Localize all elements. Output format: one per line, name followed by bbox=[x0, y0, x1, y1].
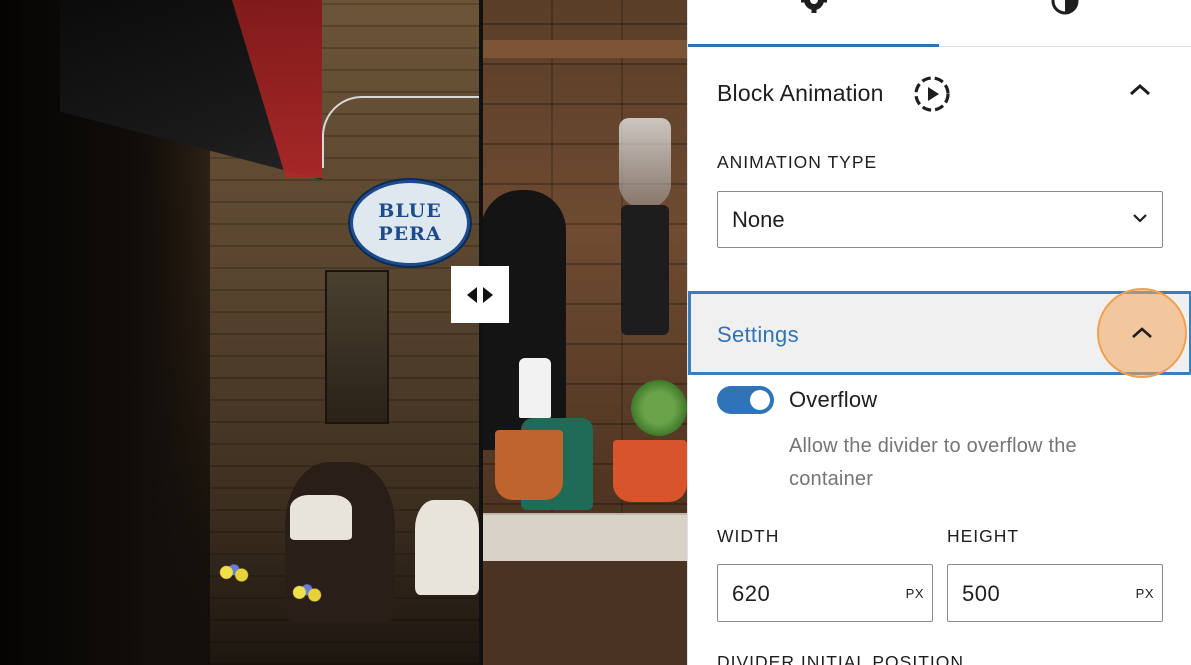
settings-title: Settings bbox=[717, 322, 799, 347]
width-input[interactable]: 620 PX bbox=[717, 564, 933, 622]
chevron-down-icon bbox=[1133, 214, 1147, 223]
divider-handle[interactable] bbox=[451, 266, 509, 323]
block-settings-sidebar: Block Animation ANIMATION TYPE None Sett… bbox=[687, 0, 1191, 665]
chevron-up-icon[interactable] bbox=[1128, 82, 1152, 98]
sidebar-tabs bbox=[688, 0, 1191, 47]
width-value: 620 bbox=[732, 581, 771, 606]
left-right-arrows-icon bbox=[467, 286, 493, 303]
toggle-knob bbox=[750, 390, 770, 410]
after-image bbox=[481, 0, 687, 665]
height-unit[interactable]: PX bbox=[1136, 586, 1154, 601]
flower-pot bbox=[495, 430, 563, 500]
block-animation-title: Block Animation bbox=[717, 80, 884, 106]
chevron-up-icon bbox=[1132, 327, 1152, 338]
coffee-grinder bbox=[621, 205, 669, 335]
before-image: BLUE PERA bbox=[0, 0, 482, 665]
coffee-grinder-hopper bbox=[619, 118, 671, 208]
settings-collapse-button[interactable] bbox=[1097, 288, 1187, 378]
second-person-shirt bbox=[415, 500, 479, 595]
animation-play-icon bbox=[914, 76, 950, 112]
sign-text-2: PERA bbox=[378, 223, 442, 245]
animation-type-label: ANIMATION TYPE bbox=[717, 152, 878, 172]
shop-sign: BLUE PERA bbox=[350, 180, 470, 266]
animation-type-select[interactable]: None bbox=[717, 191, 1163, 248]
width-unit[interactable]: PX bbox=[906, 586, 924, 601]
counter bbox=[481, 513, 687, 563]
tab-styles[interactable] bbox=[939, 0, 1190, 46]
comparison-divider[interactable] bbox=[479, 0, 483, 665]
height-value: 500 bbox=[962, 581, 1001, 606]
height-label: HEIGHT bbox=[947, 526, 1020, 546]
gear-icon bbox=[800, 0, 827, 13]
divider-initial-position-label: DIVIDER INITIAL POSITION bbox=[717, 652, 964, 665]
seated-person-shirt bbox=[290, 495, 352, 540]
counter-front bbox=[481, 561, 687, 665]
flowers bbox=[215, 562, 253, 588]
shelf bbox=[481, 40, 687, 58]
tab-settings[interactable] bbox=[688, 0, 939, 47]
animation-type-value: None bbox=[732, 206, 785, 232]
block-animation-header[interactable]: Block Animation bbox=[688, 64, 1191, 124]
settings-panel-header[interactable]: Settings bbox=[688, 288, 1191, 378]
flowers bbox=[288, 582, 326, 608]
milk-bottle bbox=[519, 358, 551, 418]
doorway bbox=[325, 270, 389, 424]
flower-pot bbox=[613, 440, 687, 502]
overflow-toggle[interactable] bbox=[717, 386, 774, 414]
plant bbox=[631, 380, 687, 436]
height-input[interactable]: 500 PX bbox=[947, 564, 1163, 622]
contrast-icon bbox=[1051, 0, 1078, 15]
width-label: WIDTH bbox=[717, 526, 780, 546]
sign-bracket bbox=[322, 96, 482, 168]
sign-text-1: BLUE bbox=[378, 200, 442, 222]
overflow-help-text: Allow the divider to overflow the contai… bbox=[789, 435, 1077, 490]
overflow-label: Overflow bbox=[789, 387, 878, 412]
image-comparison-preview: BLUE PERA bbox=[0, 0, 687, 665]
